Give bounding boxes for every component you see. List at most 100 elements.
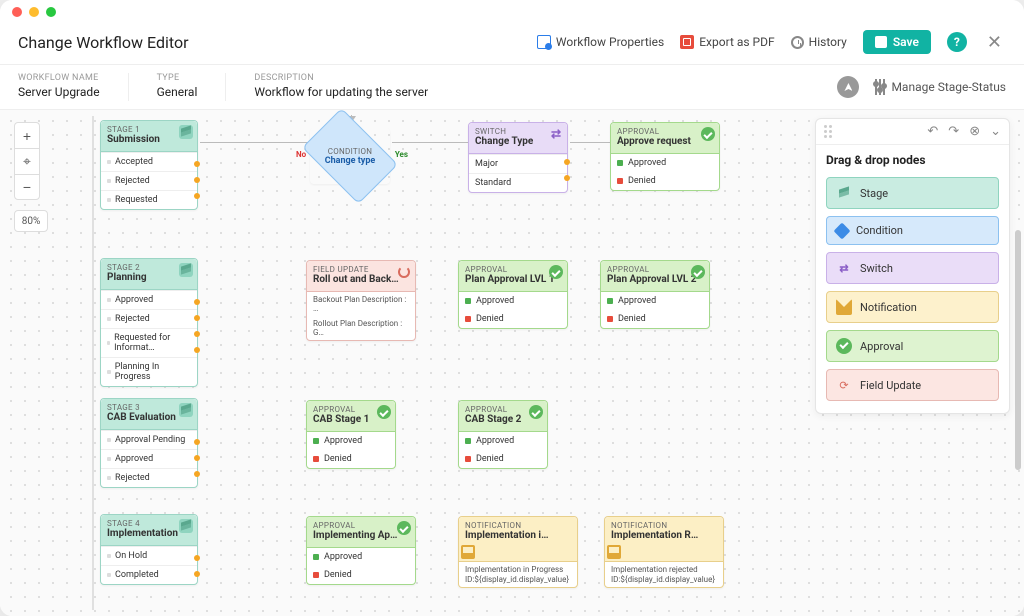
node-switch-change-type[interactable]: SWITCH Change Type ⇄ Major Standard [468, 122, 568, 193]
stage-status-row[interactable]: Approved [101, 290, 197, 309]
node-palette-panel: ↶ ↷ ⊗ ⌄ Drag & drop nodes Stage Conditio… [815, 118, 1010, 414]
zoom-out-button[interactable]: − [14, 174, 40, 200]
node-condition-change-type[interactable]: CONDITION Change type No Yes [310, 128, 390, 184]
workflow-type-field: TYPE General [157, 73, 198, 101]
node-port[interactable] [194, 177, 200, 183]
approval-row[interactable]: Denied [459, 450, 547, 468]
history-label: History [809, 35, 847, 49]
approval-row[interactable]: Approved [601, 292, 709, 310]
close-button[interactable]: ✕ [983, 32, 1006, 53]
node-port[interactable] [194, 315, 200, 321]
zoom-locate-button[interactable]: ⌖ [14, 148, 40, 174]
connector [392, 142, 468, 143]
palette-approval[interactable]: Approval [826, 330, 999, 362]
export-pdf-label: Export as PDF [699, 35, 774, 49]
palette-notification[interactable]: Notification [826, 291, 999, 323]
stage-status-row[interactable]: Requested for Informat… [101, 328, 197, 357]
node-port[interactable] [194, 193, 200, 199]
stage-status-row[interactable]: Rejected [101, 309, 197, 328]
save-button[interactable]: Save [863, 30, 931, 54]
node-port[interactable] [194, 439, 200, 445]
check-icon [701, 127, 715, 141]
node-notification-impl-progress[interactable]: NOTIFICATION Implementation i… Implement… [458, 516, 578, 588]
node-approval-approve-request[interactable]: APPROVAL Approve request Approved Denied [610, 122, 720, 191]
export-pdf-button[interactable]: Export as PDF [680, 35, 774, 49]
node-port[interactable] [194, 161, 200, 167]
switch-case-row[interactable]: Standard [469, 173, 567, 192]
stage-status-row[interactable]: Rejected [101, 171, 197, 190]
approval-row[interactable]: Approved [307, 548, 415, 566]
node-port[interactable] [194, 299, 200, 305]
stage-status-row[interactable]: Rejected [101, 468, 197, 487]
node-port[interactable] [194, 331, 200, 337]
node-stage-implementation[interactable]: STAGE 4 Implementation On Hold Completed [100, 514, 198, 585]
stage-status-row[interactable]: Completed [101, 565, 197, 584]
swap-icon: ⇄ [549, 127, 563, 141]
stage-status-row[interactable]: Requested [101, 190, 197, 209]
approval-row[interactable]: Denied [611, 172, 719, 190]
palette-condition[interactable]: Condition [826, 216, 999, 245]
collapse-button[interactable]: ⌄ [990, 124, 1001, 139]
pdf-icon [680, 35, 694, 49]
condition-yes-label: Yes [395, 150, 408, 159]
window-close-dot[interactable] [12, 7, 22, 17]
node-stage-submission[interactable]: STAGE 1 Submission Accepted Rejected Req… [100, 120, 198, 210]
node-port[interactable] [194, 571, 200, 577]
sliders-icon [875, 79, 885, 95]
node-port[interactable] [194, 471, 200, 477]
palette-fieldupdate[interactable]: ⟳Field Update [826, 369, 999, 401]
manage-stage-status-button[interactable]: Manage Stage-Status [875, 79, 1006, 95]
stage-status-row[interactable]: Approval Pending [101, 430, 197, 449]
window-max-dot[interactable] [46, 7, 56, 17]
compass-icon[interactable] [837, 76, 859, 98]
approval-row[interactable]: Denied [307, 566, 415, 584]
stage-status-row[interactable]: On Hold [101, 546, 197, 565]
approval-row[interactable]: Approved [611, 154, 719, 172]
clear-button[interactable]: ⊗ [969, 124, 980, 139]
zoom-percentage[interactable]: 80% [14, 210, 48, 232]
node-port[interactable] [194, 347, 200, 353]
separator [128, 73, 129, 101]
node-approval-implementing[interactable]: APPROVAL Implementing Ap… Approved Denie… [306, 516, 416, 585]
palette-stage[interactable]: Stage [826, 177, 999, 209]
workflow-desc-field: DESCRIPTION Workflow for updating the se… [254, 73, 428, 101]
switch-case-row[interactable]: Major [469, 154, 567, 173]
undo-button[interactable]: ↶ [927, 124, 938, 139]
node-port[interactable] [194, 555, 200, 561]
window-titlebar [0, 0, 1024, 24]
node-approval-cab-stage1[interactable]: APPROVAL CAB Stage 1 Approved Denied [306, 400, 396, 469]
node-notification-impl-rejected[interactable]: NOTIFICATION Implementation R… Implement… [604, 516, 724, 588]
node-port[interactable] [564, 159, 570, 165]
redo-button[interactable]: ↷ [948, 124, 959, 139]
node-approval-plan-lvl2[interactable]: APPROVAL Plan Approval LVL 2 Approved De… [600, 260, 710, 329]
node-port[interactable] [194, 455, 200, 461]
approval-row[interactable]: Approved [307, 432, 395, 450]
node-approval-plan-lvl1[interactable]: APPROVAL Plan Approval LVL 1 Approved De… [458, 260, 568, 329]
zoom-in-button[interactable]: + [14, 122, 40, 148]
approval-row[interactable]: Denied [307, 450, 395, 468]
window-min-dot[interactable] [29, 7, 39, 17]
approval-row[interactable]: Denied [601, 310, 709, 328]
palette-switch[interactable]: ⇄Switch [826, 252, 999, 284]
stage-status-row[interactable]: Planning In Progress [101, 357, 197, 386]
history-button[interactable]: History [791, 35, 847, 49]
vertical-scrollbar[interactable] [1015, 230, 1021, 470]
approval-row[interactable]: Approved [459, 432, 547, 450]
help-button[interactable]: ? [947, 32, 967, 52]
approval-row[interactable]: Approved [459, 292, 567, 310]
node-fieldupdate-rollout[interactable]: FIELD UPDATE Roll out and Back… Backout … [306, 260, 416, 341]
drag-grip-icon[interactable] [824, 125, 832, 138]
stage-status-row[interactable]: Approved [101, 449, 197, 468]
approval-row[interactable]: Denied [459, 310, 567, 328]
workflow-properties-button[interactable]: Workflow Properties [537, 35, 664, 49]
node-port[interactable] [564, 175, 570, 181]
condition-no-label: No [296, 150, 306, 159]
workflow-name-field: WORKFLOW NAME Server Upgrade [18, 73, 100, 101]
stage-status-row[interactable]: Accepted [101, 152, 197, 171]
palette-title: Drag & drop nodes [816, 145, 1009, 177]
stage-icon [836, 185, 852, 201]
notification-body: Implementation in Progress ID:${display_… [459, 562, 577, 587]
node-stage-cab-evaluation[interactable]: STAGE 3 CAB Evaluation Approval Pending … [100, 398, 198, 488]
node-approval-cab-stage2[interactable]: APPROVAL CAB Stage 2 Approved Denied [458, 400, 548, 469]
node-stage-planning[interactable]: STAGE 2 Planning Approved Rejected Reque… [100, 258, 198, 387]
